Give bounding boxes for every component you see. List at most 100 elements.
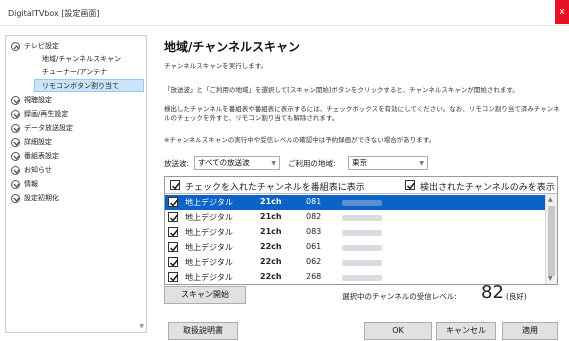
chevron-down-icon[interactable]: ▼ — [548, 275, 553, 282]
region-select[interactable]: 東京 ▼ — [348, 156, 428, 170]
channel-number: 061 — [306, 242, 322, 251]
channel-checkbox[interactable] — [168, 197, 179, 207]
chevron-down-icon — [11, 194, 20, 203]
chevron-up-icon[interactable]: ▲ — [548, 196, 553, 203]
cancel-button[interactable]: キャンセル — [436, 322, 496, 340]
tree-item-label: 地域/チャンネルスキャン — [42, 55, 122, 63]
channel-number: 062 — [306, 257, 322, 266]
page-title: 地域/チャンネルスキャン — [164, 40, 301, 54]
signal-quality: (良好) — [506, 292, 527, 301]
channel-type: 地上デジタル — [185, 213, 233, 222]
region-label: ご利用の地域: — [288, 159, 336, 168]
channel-checkbox[interactable] — [168, 212, 179, 222]
table-row[interactable]: 地上デジタル 22ch 062 — [165, 255, 545, 270]
signal-value: 82 — [481, 282, 504, 303]
channel-checkbox[interactable] — [168, 242, 179, 252]
chevron-down-icon — [11, 180, 20, 189]
warning-note: ※チャンネルスキャンの実行中や受信レベルの確認中は予約録画ができない場合がありま… — [164, 136, 436, 144]
broadcast-select[interactable]: すべての放送波 ▼ — [194, 156, 280, 170]
channel-list: チェックを入れたチャンネルを番組表に表示 検出されたチャンネルのみを表示 地上デ… — [164, 176, 558, 285]
tree-item-tuner[interactable]: チューナー/アンテナ — [6, 66, 146, 79]
table-row[interactable]: 地上デジタル 21ch 082 — [165, 210, 545, 225]
tree-item-label: テレビ設定 — [24, 42, 59, 50]
channel-name-redacted — [342, 275, 382, 281]
tree-item-remote-buttons[interactable]: リモコンボタン割り当て — [34, 79, 144, 92]
tree-item-viewing[interactable]: 視聴設定 — [6, 94, 146, 107]
tree-item-label: 視聴設定 — [24, 96, 52, 104]
tree-item-epg[interactable]: 番組表設定 — [6, 150, 146, 163]
show-in-epg-checkbox[interactable] — [170, 180, 181, 190]
scroll-down-icon[interactable]: ▼ — [139, 323, 144, 330]
detected-only-label: 検出されたチャンネルのみを表示 — [420, 183, 555, 193]
description-text: チャンネルスキャンを実行します。 — [164, 62, 268, 70]
tree-item-info[interactable]: 情報 — [6, 178, 146, 191]
channel-list-header: チェックを入れたチャンネルを番組表に表示 検出されたチャンネルのみを表示 — [165, 177, 557, 194]
tree-item-region-scan[interactable]: 地域/チャンネルスキャン — [6, 53, 146, 66]
tree-item-label: リモコンボタン割り当て — [42, 82, 119, 90]
tree-item-label: データ放送設定 — [24, 124, 73, 132]
channel-physical: 21ch — [260, 212, 282, 221]
channel-type: 地上デジタル — [185, 243, 233, 252]
tree-item-label: 録画/再生設定 — [24, 110, 69, 118]
channel-number: 082 — [306, 212, 322, 221]
chevron-down-icon — [11, 138, 20, 147]
channel-type: 地上デジタル — [185, 273, 233, 282]
tree-item-label: チューナー/アンテナ — [42, 68, 108, 76]
channel-name-redacted — [342, 245, 382, 251]
chevron-down-icon: ▼ — [419, 160, 424, 167]
channel-physical: 22ch — [260, 272, 282, 281]
channel-list-scrollbar[interactable]: ▲ ▼ — [545, 194, 557, 284]
show-in-epg-label: チェックを入れたチャンネルを番組表に表示 — [185, 183, 365, 193]
channel-type: 地上デジタル — [185, 258, 233, 267]
channel-physical: 22ch — [260, 242, 282, 251]
table-row[interactable]: 地上デジタル 21ch 081 — [165, 195, 545, 210]
tree-item-label: 詳細設定 — [24, 138, 52, 146]
channel-checkbox[interactable] — [168, 227, 179, 237]
tree-item-label: 情報 — [24, 180, 38, 188]
settings-tree: テレビ設定 地域/チャンネルスキャン チューナー/アンテナ リモコンボタン割り当… — [5, 35, 147, 333]
scan-start-button[interactable]: スキャン開始 — [164, 286, 246, 304]
tree-item-data-broadcast[interactable]: データ放送設定 — [6, 122, 146, 135]
tree-item-tv-settings[interactable]: テレビ設定 — [6, 40, 146, 53]
tree-item-reset[interactable]: 設定初期化 — [6, 192, 146, 205]
channel-checkbox[interactable] — [168, 257, 179, 267]
tree-item-recording[interactable]: 録画/再生設定 — [6, 108, 146, 121]
table-row[interactable]: 地上デジタル 21ch 083 — [165, 225, 545, 240]
filter-row: 放送波: すべての放送波 ▼ ご利用の地域: 東京 ▼ — [164, 156, 564, 170]
channel-number: 083 — [306, 227, 322, 236]
tree-item-label: 設定初期化 — [24, 194, 59, 202]
channel-physical: 21ch — [260, 227, 282, 236]
window-title: DigitalTVbox [設定画面] — [8, 9, 100, 18]
apply-button[interactable]: 適用 — [502, 322, 558, 340]
channel-name-redacted — [342, 200, 382, 206]
tree-item-label: 番組表設定 — [24, 152, 59, 160]
ok-button[interactable]: OK — [364, 322, 432, 340]
detected-only-checkbox[interactable] — [405, 180, 416, 190]
chevron-down-icon — [11, 110, 20, 119]
description-line: ルのチェックを外すと、リモコン割り当ても解除されます。 — [164, 114, 339, 122]
channel-checkbox[interactable] — [168, 272, 179, 282]
channel-physical: 22ch — [260, 257, 282, 266]
scrollbar-thumb[interactable] — [548, 206, 555, 276]
channel-name-redacted — [342, 215, 382, 221]
broadcast-label: 放送波: — [164, 159, 190, 168]
chevron-down-icon — [11, 166, 20, 175]
description-text: 「放送波」と「ご利用の地域」を選択して[スキャン開始]ボタンをクリックすると、チ… — [164, 86, 519, 94]
tree-item-label: お知らせ — [24, 166, 52, 174]
channel-type: 地上デジタル — [185, 198, 233, 207]
chevron-down-icon: ▼ — [271, 160, 276, 167]
broadcast-select-value: すべての放送波 — [198, 158, 250, 167]
tree-item-notices[interactable]: お知らせ — [6, 164, 146, 177]
signal-label: 選択中のチャンネルの受信レベル: — [342, 292, 457, 301]
region-select-value: 東京 — [352, 158, 367, 167]
channel-number: 081 — [306, 197, 322, 206]
channel-number: 268 — [306, 272, 322, 281]
tree-item-advanced[interactable]: 詳細設定 — [6, 136, 146, 149]
channel-physical: 21ch — [260, 197, 282, 206]
chevron-down-icon — [11, 96, 20, 105]
main-panel: 地域/チャンネルスキャン チャンネルスキャンを実行します。 「放送波」と「ご利用… — [164, 0, 564, 341]
manual-button[interactable]: 取扱説明書 — [168, 322, 238, 340]
table-row[interactable]: 地上デジタル 22ch 061 — [165, 240, 545, 255]
description-text: 検出したチャンネルを番組表や番組表に表示するには、チェックボックスを有効にしてく… — [164, 105, 560, 123]
channel-type: 地上デジタル — [185, 228, 233, 237]
